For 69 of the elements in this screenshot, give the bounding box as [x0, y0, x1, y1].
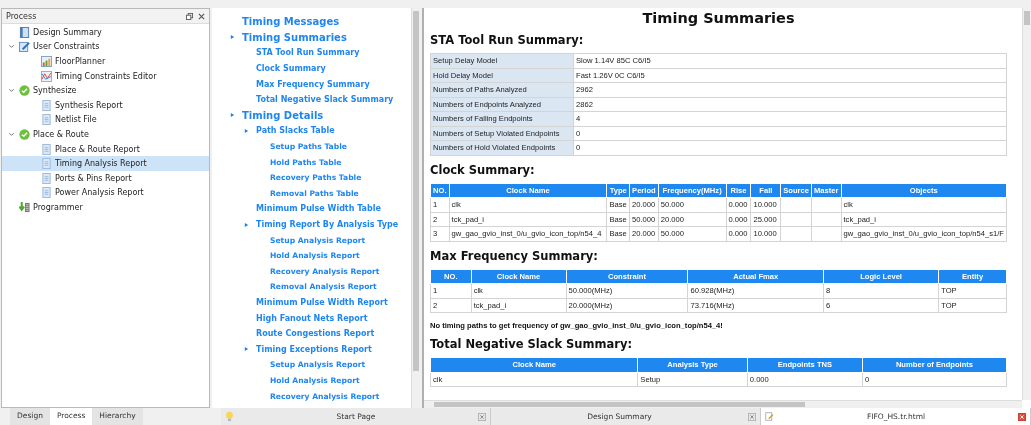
tree-item[interactable]: Programmer	[2, 200, 209, 215]
tree-item[interactable]: User Constraints	[2, 39, 209, 55]
chevron-down-icon[interactable]	[8, 87, 15, 95]
table-cell	[780, 197, 812, 212]
report-link[interactable]: Path Slacks Table	[256, 126, 335, 136]
section-heading: Clock Summary:	[430, 162, 536, 177]
tree-item[interactable]: Design Summary	[2, 25, 209, 40]
tree-item[interactable]: Place & Route	[2, 127, 209, 142]
section-heading: STA Tool Run Summary:	[430, 33, 585, 47]
document-edit-icon	[765, 411, 774, 422]
report-title: Timing Summaries	[641, 10, 796, 26]
report-link[interactable]: Route Congestions Report	[256, 329, 375, 339]
table-cell	[780, 212, 812, 227]
waveform-icon	[41, 70, 52, 82]
triangle-right-icon[interactable]	[244, 221, 249, 228]
table-cell	[811, 226, 841, 241]
document-icon	[41, 187, 52, 199]
scrollbar[interactable]	[411, 8, 420, 408]
check-icon	[19, 85, 30, 97]
scrollbar[interactable]	[1022, 8, 1031, 400]
close-icon[interactable]	[198, 12, 205, 20]
document-icon	[41, 143, 52, 155]
close-icon[interactable]	[748, 412, 756, 421]
report-link[interactable]: Timing Summaries	[242, 31, 347, 43]
section-heading: Total Negative Slack Summary:	[430, 337, 633, 351]
document-icon	[41, 172, 52, 184]
report-link[interactable]: Timing Exceptions Report	[256, 344, 372, 354]
chart-icon	[41, 56, 52, 67]
report-link[interactable]: Total Negative Slack Summary	[256, 95, 394, 105]
pencil-document-icon	[19, 41, 30, 53]
lightbulb-icon	[225, 411, 234, 422]
chevron-down-icon[interactable]	[8, 130, 15, 138]
document-icon	[19, 26, 30, 38]
check-icon	[19, 128, 30, 140]
panel-title: Process	[6, 11, 37, 21]
report-link[interactable]: Minimum Pulse Width Table	[256, 204, 381, 214]
document-icon	[41, 99, 52, 111]
tree-item[interactable]: Power Analysis Report	[2, 185, 209, 201]
table-cell	[780, 226, 812, 241]
tree-item[interactable]: Place & Route Report	[2, 141, 209, 157]
chevron-down-icon[interactable]	[8, 43, 15, 51]
report-link[interactable]: Minimum Pulse Width Report	[256, 298, 388, 307]
report-link[interactable]: Clock Summary	[256, 64, 326, 74]
report-link[interactable]: Timing Messages	[242, 16, 340, 28]
triangle-right-icon[interactable]	[244, 346, 249, 353]
triangle-right-icon[interactable]	[244, 127, 249, 134]
tree-item[interactable]: Synthesize	[2, 83, 209, 98]
report-link[interactable]: Timing Details	[242, 109, 324, 121]
table-cell	[811, 212, 841, 227]
report-link[interactable]: Max Frequency Summary	[256, 79, 370, 89]
tree-item[interactable]: Netlist File	[2, 112, 209, 128]
section-heading: Max Frequency Summary:	[430, 248, 599, 263]
tree-item[interactable]: Timing Constraints Editor	[2, 68, 209, 84]
download-chip-icon	[19, 201, 30, 213]
tree-item[interactable]: Ports & Pins Report	[2, 170, 209, 186]
document-icon	[41, 114, 52, 126]
tree-item[interactable]: Timing Analysis Report	[2, 156, 209, 171]
tree-item[interactable]: Synthesis Report	[2, 97, 209, 113]
report-link[interactable]: High Fanout Nets Report	[256, 313, 368, 323]
triangle-right-icon[interactable]	[230, 112, 235, 119]
tree-item[interactable]: FloorPlanner	[2, 54, 209, 69]
close-icon[interactable]	[478, 412, 486, 421]
report-link[interactable]: STA Tool Run Summary	[256, 48, 360, 58]
triangle-right-icon[interactable]	[230, 34, 235, 41]
close-icon[interactable]	[1018, 412, 1026, 421]
table-cell	[811, 197, 841, 212]
document-icon	[41, 158, 52, 170]
report-link[interactable]: Timing Report By Analysis Type	[256, 220, 399, 229]
float-icon[interactable]	[186, 12, 193, 20]
